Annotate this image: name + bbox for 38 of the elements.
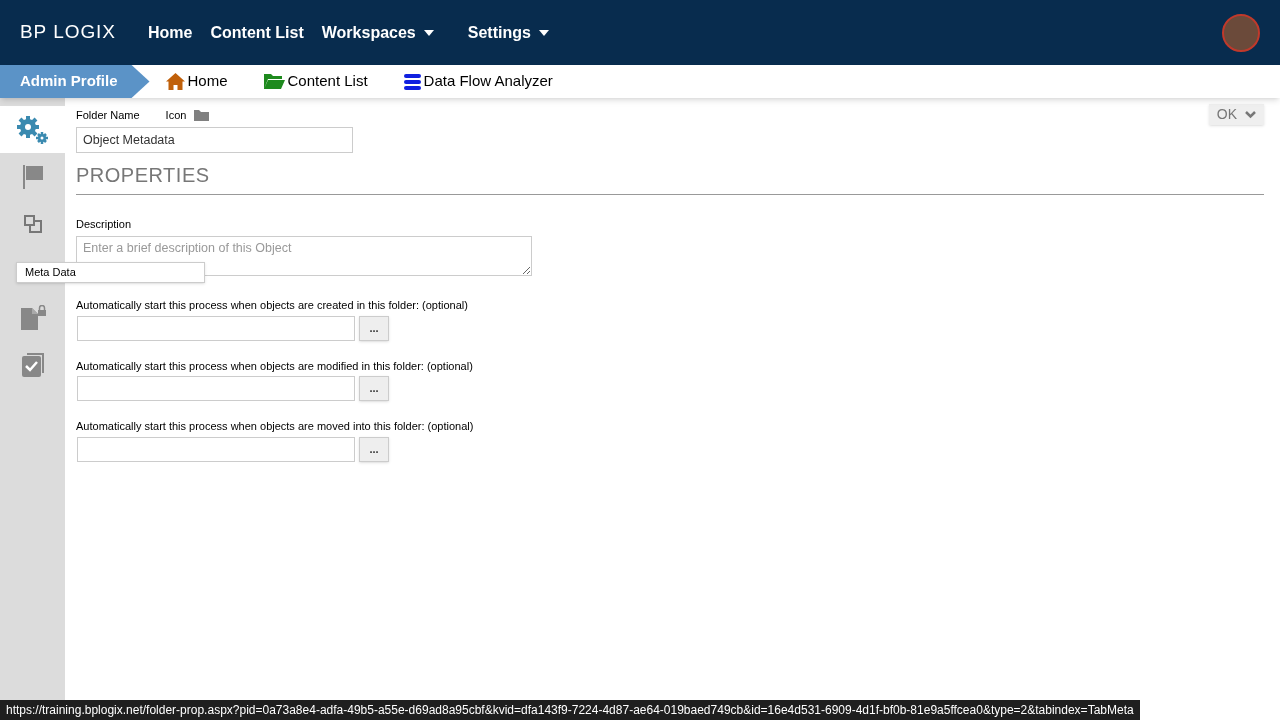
field-label: Automatically start this process when objects are moved into this folder: (optional) bbox=[76, 419, 475, 434]
status-url: https://training.bplogix.net/folder-prop.aspx?pid=0a73a8e4-adfa-49b5-a55e-d69ad8a95cbf&kvid=dfa143f9-7224-4d87-ae64-019baed749cb&id=16e4d531-6909-4d1f-bf0b-81e9a5ffcea0&type=2&tabindex=TabMeta bbox=[0, 700, 1140, 720]
overlapping-squares-icon bbox=[23, 214, 42, 233]
nav-link[interactable]: Content List bbox=[210, 20, 304, 45]
folder-name-field[interactable]: Object Metadata bbox=[76, 126, 353, 153]
field-label: Description bbox=[76, 216, 133, 232]
field-label: Automatically start this process when objects are created in this folder: (optional) bbox=[76, 298, 469, 313]
field-label: Icon bbox=[165, 108, 187, 123]
folder-icon bbox=[263, 74, 285, 89]
breadcrumb-link[interactable]: Home bbox=[165, 70, 228, 93]
process-field[interactable] bbox=[77, 436, 355, 462]
field-label: Folder Name bbox=[76, 108, 140, 123]
gears-icon bbox=[15, 114, 50, 145]
tooltip: Meta Data bbox=[16, 262, 205, 283]
nav-link[interactable]: Home bbox=[148, 20, 193, 45]
process-field[interactable] bbox=[77, 315, 355, 341]
description-field[interactable]: Enter a brief description of this Object bbox=[76, 236, 532, 276]
breadcrumb-link[interactable]: Content List bbox=[263, 70, 368, 93]
nav-link[interactable]: Settings bbox=[467, 20, 549, 45]
chevron-down-icon bbox=[1245, 110, 1256, 119]
nav-link[interactable]: Workspaces bbox=[321, 20, 434, 45]
breadcrumb-link[interactable]: Data Flow Analyzer bbox=[403, 70, 553, 93]
browse-button[interactable]: ... bbox=[359, 315, 389, 341]
logo[interactable]: BP LOGIX bbox=[20, 18, 148, 47]
avatar[interactable] bbox=[1222, 13, 1260, 52]
ok-button[interactable]: OK bbox=[1208, 104, 1264, 125]
folder-icon[interactable] bbox=[194, 109, 210, 122]
sidebar-tab[interactable] bbox=[0, 106, 65, 153]
browse-button[interactable]: ... bbox=[359, 376, 389, 401]
locked-file-icon bbox=[19, 304, 46, 331]
browse-button[interactable]: ... bbox=[359, 436, 389, 462]
flag-icon bbox=[21, 164, 44, 189]
field-label: Automatically start this process when objects are modified in this folder: (optional) bbox=[76, 358, 474, 374]
section-heading: PROPERTIES bbox=[76, 159, 1264, 195]
checked-copy-icon bbox=[21, 352, 44, 377]
house-icon bbox=[165, 73, 185, 90]
database-icon bbox=[403, 73, 421, 90]
process-field[interactable] bbox=[77, 376, 355, 401]
